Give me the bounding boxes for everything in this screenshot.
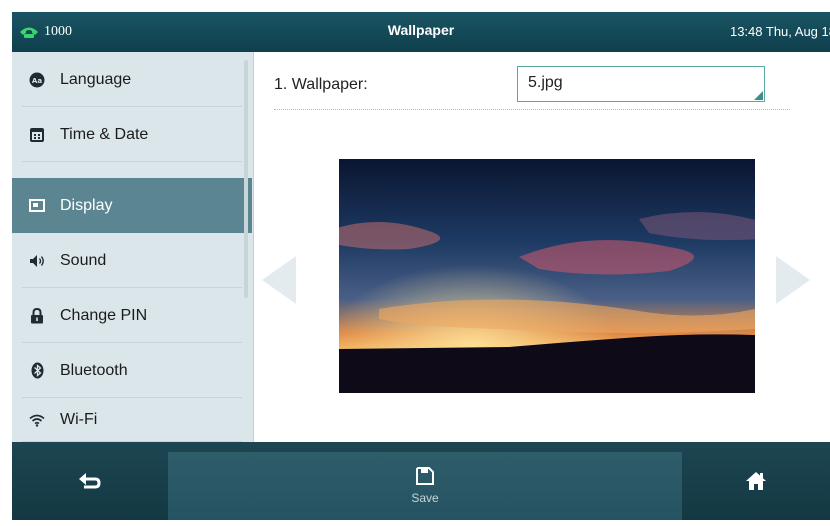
language-icon: Aa xyxy=(28,71,46,89)
sidebar-item-display[interactable]: Display xyxy=(12,178,252,233)
dropdown-corner-icon xyxy=(754,91,763,100)
back-arrow-icon xyxy=(79,473,101,489)
save-icon xyxy=(416,467,434,485)
display-icon xyxy=(28,197,46,215)
sidebar-item-label: Change PIN xyxy=(60,306,148,324)
next-wallpaper-button[interactable] xyxy=(774,252,814,308)
sidebar-item-label: Bluetooth xyxy=(60,361,128,379)
sidebar-item-language[interactable]: Aa Language xyxy=(12,52,252,107)
calendar-icon xyxy=(28,126,46,144)
sidebar-item-label: Wi-Fi xyxy=(60,411,98,428)
wifi-icon xyxy=(28,411,46,429)
home-button[interactable] xyxy=(682,442,830,520)
wallpaper-select-value: 5.jpg xyxy=(528,74,563,91)
previous-wallpaper-button[interactable] xyxy=(258,252,298,308)
softkey-bar: Save xyxy=(12,442,830,520)
phone-screen: 1000 Wallpaper 13:48 Thu, Aug 18 Aa Lang… xyxy=(12,12,830,520)
save-label: Save xyxy=(411,491,439,505)
speaker-icon xyxy=(28,252,46,270)
sidebar-item-label: Display xyxy=(60,196,113,214)
wallpaper-setting-row: 1. Wallpaper: 5.jpg xyxy=(274,66,790,110)
sidebar-scrollbar[interactable] xyxy=(244,60,248,298)
clock: 13:48 Thu, Aug 18 xyxy=(729,24,830,39)
sidebar-item-label: Time & Date xyxy=(60,125,149,143)
triangle-right-icon xyxy=(776,256,810,304)
sunset-image xyxy=(339,159,755,393)
status-bar: 1000 Wallpaper 13:48 Thu, Aug 18 xyxy=(12,12,830,52)
sidebar-item-sound[interactable]: Sound xyxy=(12,233,252,288)
wallpaper-preview xyxy=(339,159,755,393)
sidebar-item-label: Sound xyxy=(60,251,107,269)
back-button[interactable] xyxy=(12,442,168,520)
triangle-left-icon xyxy=(262,256,296,304)
sidebar-item-time-date[interactable]: Time & Date xyxy=(12,107,252,162)
sidebar-item-wifi[interactable]: Wi-Fi xyxy=(12,398,252,442)
home-icon xyxy=(746,472,766,490)
sidebar-item-change-pin[interactable]: Change PIN xyxy=(12,288,252,343)
lock-icon xyxy=(28,307,46,325)
sidebar-item-label: Language xyxy=(60,70,132,88)
wallpaper-select[interactable]: 5.jpg xyxy=(517,66,765,102)
sidebar-item-bluetooth[interactable]: Bluetooth xyxy=(12,343,252,398)
save-button[interactable]: Save xyxy=(168,452,682,520)
svg-text:Aa: Aa xyxy=(32,77,42,85)
page-title: Wallpaper xyxy=(387,22,455,38)
wallpaper-panel: 1. Wallpaper: 5.jpg xyxy=(254,52,830,442)
settings-sidebar: Aa Language Time & Date Display Sound Ch… xyxy=(12,52,254,442)
wallpaper-label: 1. Wallpaper: xyxy=(274,76,368,93)
bluetooth-icon xyxy=(28,362,46,380)
